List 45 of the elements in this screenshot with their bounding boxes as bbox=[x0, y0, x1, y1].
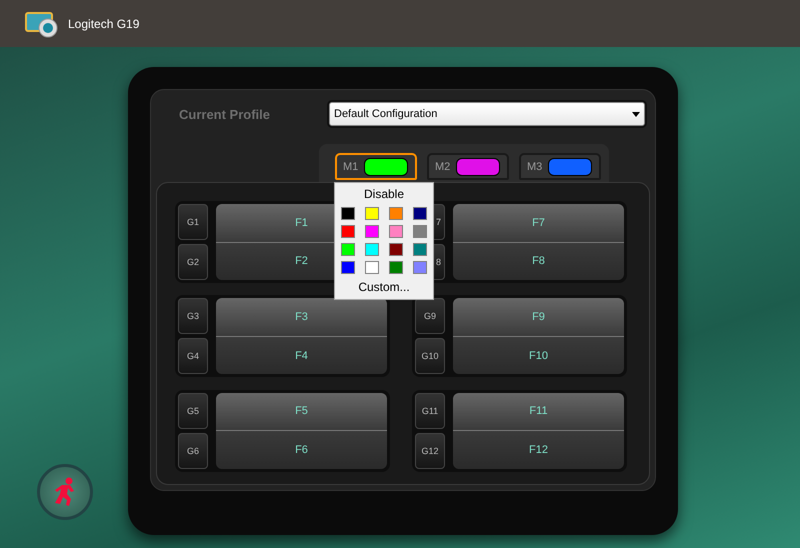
g-key[interactable]: G4 bbox=[178, 338, 208, 374]
profile-label: Current Profile bbox=[179, 106, 272, 122]
f-key[interactable]: F11 bbox=[453, 392, 624, 432]
color-swatch[interactable] bbox=[389, 261, 403, 274]
f-key[interactable]: F9 bbox=[453, 298, 624, 337]
color-swatch[interactable] bbox=[365, 243, 379, 256]
menu-item[interactable]: Disable bbox=[358, 186, 410, 202]
color-swatch[interactable] bbox=[341, 225, 355, 238]
g-key[interactable]: G2 bbox=[178, 244, 208, 280]
g-key[interactable]: G10 bbox=[415, 338, 445, 374]
color-swatch[interactable] bbox=[413, 225, 427, 238]
color-swatch[interactable] bbox=[413, 243, 427, 256]
f-key[interactable]: F7 bbox=[453, 204, 624, 242]
color-swatch[interactable] bbox=[365, 207, 379, 220]
color-swatch[interactable] bbox=[365, 225, 379, 238]
mode-tab[interactable]: M1 bbox=[335, 153, 417, 180]
mode-tab[interactable]: M3 bbox=[519, 153, 601, 180]
g-key[interactable]: G5 bbox=[178, 392, 208, 429]
f-key[interactable]: F6 bbox=[216, 431, 387, 469]
f-key[interactable]: F4 bbox=[216, 336, 387, 374]
g-key[interactable]: G9 bbox=[415, 298, 445, 334]
g-key[interactable]: G6 bbox=[178, 432, 208, 469]
menu-item[interactable]: Custom... bbox=[352, 279, 416, 295]
profile-dropdown[interactable]: Default Configuration bbox=[329, 102, 645, 126]
mode-tab[interactable]: M2 bbox=[427, 153, 509, 180]
f-key[interactable]: F3 bbox=[216, 298, 387, 337]
f-key[interactable]: F12 bbox=[453, 431, 624, 469]
color-swatch[interactable] bbox=[341, 207, 355, 220]
color-swatch[interactable] bbox=[365, 261, 379, 274]
f-key[interactable]: F10 bbox=[453, 336, 624, 374]
color-swatch[interactable] bbox=[413, 207, 427, 220]
g-key[interactable]: G3 bbox=[178, 298, 208, 334]
color-swatch[interactable] bbox=[341, 243, 355, 256]
window-title: Logitech G19 bbox=[68, 16, 140, 30]
color-swatch[interactable] bbox=[413, 261, 427, 274]
g-key[interactable]: G12 bbox=[415, 432, 445, 469]
color-swatch[interactable] bbox=[341, 261, 355, 274]
dropdown-arrow-icon bbox=[632, 112, 640, 116]
f-key[interactable]: F8 bbox=[453, 242, 624, 280]
color-swatch[interactable] bbox=[389, 243, 403, 256]
color-swatch[interactable] bbox=[389, 225, 403, 238]
g-key[interactable]: G1 bbox=[178, 204, 208, 240]
f-key[interactable]: F5 bbox=[216, 392, 387, 432]
color-swatch[interactable] bbox=[389, 207, 403, 220]
g-key[interactable]: G11 bbox=[415, 392, 445, 429]
